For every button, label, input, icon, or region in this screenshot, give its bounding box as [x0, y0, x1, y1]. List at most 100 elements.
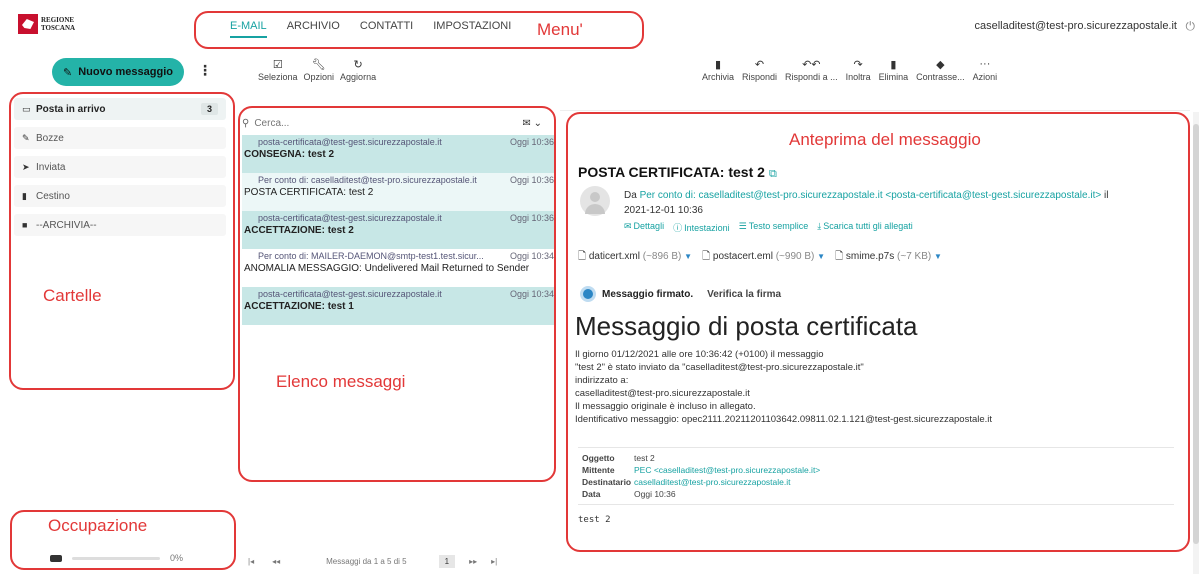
options-button[interactable]: 🔧︎ Opzioni [304, 58, 335, 82]
folder-archive[interactable]: ■ --ARCHIVIA-- [14, 214, 226, 236]
message-row[interactable]: Per conto di: MAILER-DAEMON@smtp-test1.t… [242, 249, 556, 287]
preview-date: 2021-12-01 10:36 [624, 205, 703, 216]
preview-scrollbar-thumb[interactable] [1193, 124, 1199, 544]
quota-percent: 0% [170, 553, 184, 563]
caret-down-icon[interactable]: ▼ [684, 252, 692, 261]
regione-toscana-logo[interactable]: REGIONE TOSCANA [18, 14, 75, 34]
mark-label: Contrasse... [916, 72, 965, 82]
search-icon: ⚲ [242, 117, 250, 129]
pager: |◂ ◂◂ Messaggi da 1 a 5 di 5 1 ▸▸ ▸| [248, 555, 548, 568]
envelope-icon: ✉ [624, 221, 632, 231]
folder-label: --ARCHIVIA-- [36, 219, 97, 231]
mark-button[interactable]: ◆ Contrasse... [916, 58, 965, 82]
message-date: Oggi 10:34 [509, 251, 554, 261]
reply-all-label: Rispondi a ... [785, 72, 838, 82]
refresh-button[interactable]: ↻ Aggiorna [340, 58, 376, 82]
message-date: Oggi 10:34 [509, 289, 554, 299]
delete-button[interactable]: ▮ Elimina [879, 58, 909, 82]
page-number-input[interactable]: 1 [438, 555, 456, 568]
envelope-filter-icon[interactable]: ✉ ⌄ [522, 118, 542, 129]
logout-icon[interactable]: ⏻ [1186, 19, 1196, 34]
checkbox-icon: ☑ [272, 59, 283, 71]
external-link-icon[interactable]: ⧉ [769, 168, 777, 180]
search-input[interactable] [254, 117, 455, 129]
prev-page-button[interactable]: ◂◂ [272, 557, 280, 566]
message-sender: Per conto di: caselladitest@test-pro.sic… [258, 175, 477, 185]
tag-icon: ◆ [936, 59, 945, 71]
menu-item-contatti[interactable]: CONTATTI [360, 20, 413, 38]
meta-key: Oggetto [582, 453, 615, 463]
folder-label: Posta in arrivo [36, 103, 106, 115]
archive-button[interactable]: ▮ Archivia [702, 58, 734, 82]
actions-button[interactable]: ··· Azioni [973, 58, 998, 82]
pencil-icon: ✎ [22, 132, 30, 143]
first-page-button[interactable]: |◂ [248, 557, 254, 566]
signature-status: Messaggio firmato. Verifica la firma [580, 286, 781, 302]
avatar [580, 186, 610, 216]
sender-link[interactable]: Per conto di: caselladitest@test-pro.sic… [640, 190, 1102, 201]
message-row[interactable]: posta-certificata@test-gest.sicurezzapos… [242, 135, 556, 173]
preview-from: Da Per conto di: caselladitest@test-pro.… [624, 188, 1164, 218]
file-icon: 🗋︎ [578, 251, 587, 262]
menu-item-archivio[interactable]: ARCHIVIO [287, 20, 340, 38]
pencil-icon: ✎ [63, 66, 73, 79]
message-row[interactable]: posta-certificata@test-gest.sicurezzapos… [242, 287, 556, 325]
message-row[interactable]: Per conto di: caselladitest@test-pro.sic… [242, 173, 556, 211]
folder-trash[interactable]: ▮ Cestino [14, 185, 226, 207]
download-all-link[interactable]: ⤓ Scarica tutti gli allegati [817, 221, 913, 234]
forward-label: Inoltra [845, 72, 871, 82]
from-prefix: Da [624, 190, 637, 201]
verify-signature-link[interactable]: Verifica la firma [707, 289, 781, 300]
meta-row: Mittente PEC <caselladitest@test-pro.sicu… [582, 464, 1170, 476]
message-body-title: Messaggio di posta certificata [575, 311, 918, 341]
attachment-postacert[interactable]: 🗋︎ postacert.eml (~990 B) ▼ [702, 249, 825, 266]
file-icon: 🗋︎ [835, 251, 844, 262]
signed-label: Messaggio firmato. [602, 288, 694, 300]
new-message-label: Nuovo messaggio [78, 66, 173, 78]
reply-button[interactable]: ↶ Rispondi [742, 58, 777, 82]
next-page-button[interactable]: ▸▸ [469, 557, 477, 566]
refresh-label: Aggiorna [340, 72, 377, 82]
certificate-badge-icon [580, 286, 596, 302]
last-page-button[interactable]: ▸| [491, 557, 497, 566]
meta-key: Data [582, 489, 601, 499]
details-link[interactable]: ✉ Dettagli [624, 221, 664, 234]
more-options-icon[interactable]: ⋮ [198, 62, 212, 79]
message-date: Oggi 10:36 [509, 213, 554, 223]
folder-sent[interactable]: ➤ Inviata [14, 156, 226, 178]
logo-line-1: REGIONE [41, 16, 75, 24]
attachment-daticert[interactable]: 🗋︎ daticert.xml (~896 B) ▼ [578, 249, 692, 266]
meta-key: Destinatario [582, 477, 632, 487]
search-bar: ⚲ ✉ ⌄ [242, 114, 542, 132]
new-message-button[interactable]: ✎ Nuovo messaggio [52, 58, 184, 86]
message-list: posta-certificata@test-gest.sicurezzapos… [242, 135, 556, 325]
forward-button[interactable]: ↷ Inoltra [846, 58, 871, 82]
folder-drafts[interactable]: ✎ Bozze [14, 127, 226, 149]
menu-item-impostazioni[interactable]: IMPOSTAZIONI [433, 20, 511, 38]
more-icon: ··· [979, 58, 991, 70]
message-row[interactable]: posta-certificata@test-gest.sicurezzapos… [242, 211, 556, 249]
reply-all-icon: ↶↶ [802, 59, 821, 71]
caret-down-icon[interactable]: ▼ [934, 252, 942, 261]
menu-item-email[interactable]: E-MAIL [230, 20, 267, 38]
plain-text-label: Testo semplice [748, 221, 809, 231]
caret-down-icon[interactable]: ▼ [817, 252, 825, 261]
trash-icon: ▮ [890, 59, 897, 71]
meta-value-link[interactable]: PEC <caselladitest@test-pro.sicurezzapos… [634, 464, 820, 476]
folder-icon: ■ [22, 220, 28, 230]
meta-value-link[interactable]: caselladitest@test-pro.sicurezzapostale.… [634, 476, 791, 488]
list-toolbar: ☑ Seleziona 🔧︎ Opzioni ↻ Aggiorna [258, 58, 376, 82]
plain-text-link[interactable]: ☰ Testo semplice [739, 221, 809, 234]
attachment-smime[interactable]: 🗋︎ smime.p7s (~7 KB) ▼ [835, 249, 942, 266]
headers-link[interactable]: ⓘ Intestazioni [673, 221, 730, 234]
folder-label: Inviata [36, 161, 66, 173]
select-button[interactable]: ☑ Seleziona [258, 58, 298, 82]
attachment-size: (~990 B) [775, 251, 815, 262]
folder-inbox[interactable]: ▭ Posta in arrivo 3 [14, 98, 226, 120]
toolbar-divider [560, 110, 1190, 111]
body-line: caselladitest@test-pro.sicurezzapostale.… [575, 388, 750, 399]
message-date: Oggi 10:36 [509, 175, 554, 185]
reply-all-button[interactable]: ↶↶ Rispondi a ... [785, 58, 838, 82]
folder-label: Bozze [36, 132, 64, 144]
body-line: indirizzato a: [575, 375, 629, 386]
